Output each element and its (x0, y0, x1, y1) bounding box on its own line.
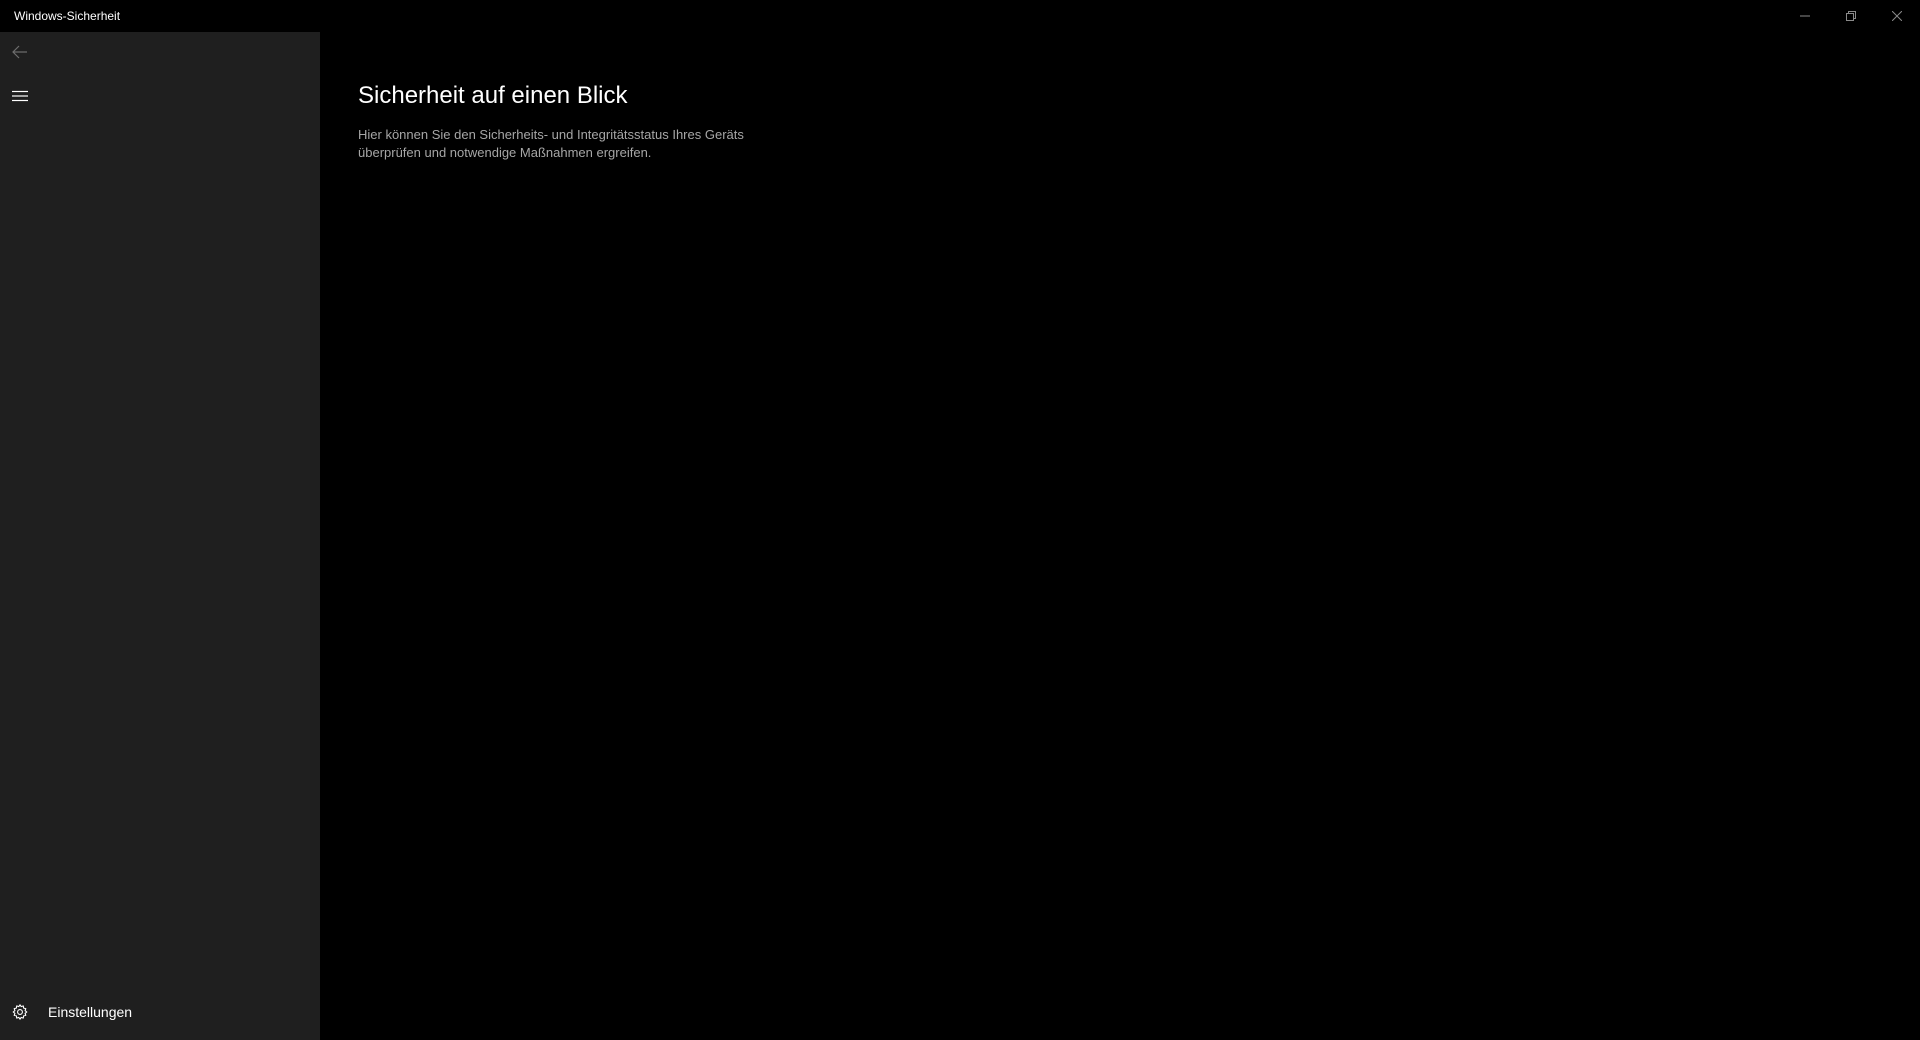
main-content: Sicherheit auf einen Blick Hier können S… (320, 32, 1920, 1040)
title-bar[interactable]: Windows-Sicherheit (0, 0, 1920, 32)
window-title: Windows-Sicherheit (14, 9, 121, 23)
restore-icon (1846, 11, 1856, 21)
minimize-button[interactable] (1782, 0, 1828, 32)
settings-label: Einstellungen (48, 1004, 133, 1020)
close-button[interactable] (1874, 0, 1920, 32)
hamburger-menu-icon (12, 90, 28, 102)
back-arrow-icon (12, 45, 27, 59)
back-button[interactable] (0, 32, 40, 72)
settings-nav-item[interactable]: Einstellungen (0, 992, 320, 1032)
sidebar: Einstellungen (0, 32, 320, 1040)
gear-icon (0, 992, 40, 1032)
restore-button[interactable] (1828, 0, 1874, 32)
close-icon (1892, 11, 1902, 21)
app-window: Windows-Sicherheit Einstellungen Sicherh… (0, 0, 1920, 1040)
hamburger-menu-button[interactable] (0, 76, 40, 116)
minimize-icon (1800, 15, 1810, 17)
page-title: Sicherheit auf einen Blick (358, 82, 628, 109)
page-description: Hier können Sie den Sicherheits- und Int… (358, 127, 744, 160)
